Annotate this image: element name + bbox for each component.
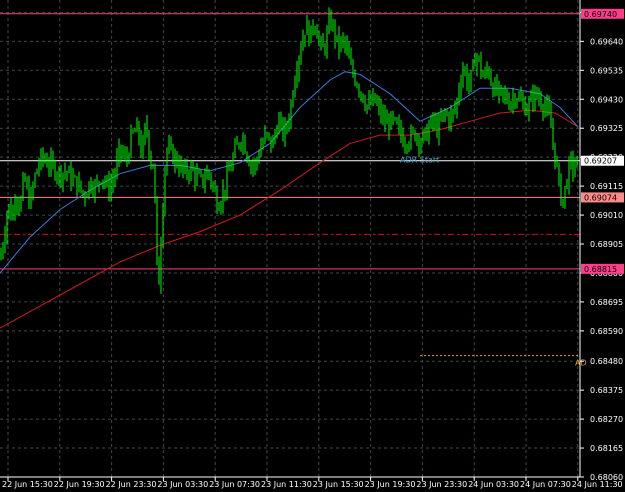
price-tick-label: 0.68695 <box>590 298 623 307</box>
price-tick-label: 0.68905 <box>590 240 623 249</box>
level-price-label: 0.69207 <box>584 157 617 166</box>
price-tick-label: 0.69430 <box>590 95 623 104</box>
time-tick-label: 22 Jun 15:30 <box>2 480 53 489</box>
time-tick-label: 23 Jun 23:30 <box>416 480 467 489</box>
level-price-label: 0.68815 <box>584 265 617 274</box>
adr-start-label: ADR Start <box>400 156 439 165</box>
time-tick-label: 23 Jun 19:30 <box>365 480 416 489</box>
time-tick-label: 23 Jun 15:30 <box>313 480 364 489</box>
price-tick-label: 0.69535 <box>590 66 623 75</box>
price-tick-label: 0.68270 <box>590 415 623 424</box>
price-tick-label: 0.68590 <box>590 327 623 336</box>
time-tick-label: 24 Jun 11:30 <box>572 480 623 489</box>
time-tick-label: 24 Jun 07:30 <box>520 480 571 489</box>
chart-background <box>0 0 625 492</box>
price-tick-label: 0.68375 <box>590 386 623 395</box>
time-tick-label: 24 Jun 03:30 <box>468 480 519 489</box>
level-price-label: 0.69074 <box>584 193 617 202</box>
price-tick-label: 0.69115 <box>590 182 623 191</box>
price-tick-label: 0.68165 <box>590 444 623 453</box>
price-tick-label: 0.69010 <box>590 211 623 220</box>
adr-line-label: AD <box>575 359 587 368</box>
time-tick-label: 23 Jun 07:30 <box>209 480 260 489</box>
time-tick-label: 23 Jun 11:30 <box>261 480 312 489</box>
time-tick-label: 23 Jun 03:30 <box>157 480 208 489</box>
price-tick-label: 0.69325 <box>590 124 623 133</box>
time-tick-label: 22 Jun 23:30 <box>106 480 157 489</box>
level-price-label: 0.69740 <box>584 10 617 19</box>
price-chart[interactable]: ADR StartAD 0.697450.696400.695350.69430… <box>0 0 625 492</box>
price-tick-label: 0.68480 <box>590 357 623 366</box>
price-tick-label: 0.69640 <box>590 37 623 46</box>
time-tick-label: 22 Jun 19:30 <box>54 480 105 489</box>
